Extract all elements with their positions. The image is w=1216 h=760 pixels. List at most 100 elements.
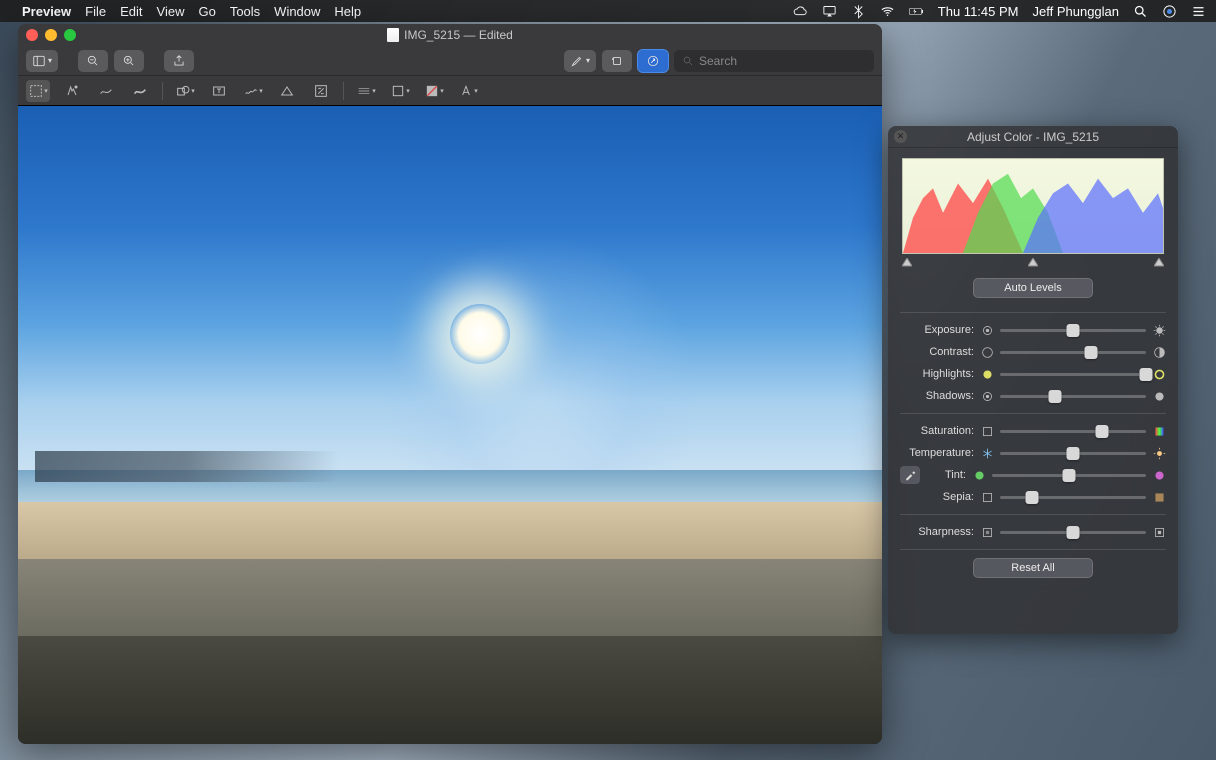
preview-window: IMG_5215 — Edited ▾ ▾ Search ▾ ▾ ▾ ▾ ▾ ▾… — [18, 24, 882, 744]
rotate-button[interactable] — [602, 50, 632, 72]
saturation-slider[interactable] — [1000, 430, 1146, 433]
document-icon — [387, 28, 399, 42]
app-name[interactable]: Preview — [22, 4, 71, 19]
macos-menubar: Preview File Edit View Go Tools Window H… — [0, 0, 1216, 22]
menu-help[interactable]: Help — [334, 4, 361, 19]
panel-title-text: Adjust Color - IMG_5215 — [967, 130, 1099, 144]
saturation-low-icon — [980, 424, 994, 438]
window-minimize-button[interactable] — [45, 29, 57, 41]
tint-magenta-icon — [1152, 468, 1166, 482]
reset-all-button[interactable]: Reset All — [973, 558, 1093, 578]
menubar-clock[interactable]: Thu 11:45 PM — [938, 4, 1019, 19]
histogram-white-point-handle[interactable] — [1154, 258, 1164, 268]
zoom-out-button[interactable] — [78, 50, 108, 72]
slider-exposure: Exposure: — [888, 319, 1178, 341]
menu-view[interactable]: View — [157, 4, 185, 19]
markup-toolbar: ▾ ▾ ▾ ▾ ▾ ▾ ▾ — [18, 76, 882, 106]
tint-green-icon — [972, 468, 986, 482]
tint-slider[interactable] — [992, 474, 1146, 477]
temperature-warm-icon — [1152, 446, 1166, 460]
contrast-slider[interactable] — [1000, 351, 1146, 354]
auto-levels-button[interactable]: Auto Levels — [973, 278, 1093, 298]
shadows-low-icon — [980, 389, 994, 403]
instant-alpha-button[interactable] — [60, 80, 84, 102]
adjust-size-button[interactable] — [309, 80, 333, 102]
menu-edit[interactable]: Edit — [120, 4, 142, 19]
sharpness-low-icon — [980, 525, 994, 539]
contrast-low-icon — [980, 345, 994, 359]
text-tool-button[interactable] — [207, 80, 231, 102]
slider-sepia: Sepia: — [888, 486, 1178, 508]
main-toolbar: ▾ ▾ Search — [18, 46, 882, 76]
search-placeholder: Search — [699, 54, 737, 68]
slider-highlights: Highlights: — [888, 363, 1178, 385]
temperature-cold-icon — [980, 446, 994, 460]
sepia-slider[interactable] — [1000, 496, 1146, 499]
shapes-button[interactable]: ▾ — [173, 80, 197, 102]
tint-eyedropper-button[interactable] — [900, 466, 920, 484]
zoom-in-button[interactable] — [114, 50, 144, 72]
slider-temperature: Temperature: — [888, 442, 1178, 464]
search-field[interactable]: Search — [674, 50, 874, 72]
selection-tool-button[interactable]: ▾ — [26, 80, 50, 102]
siri-icon[interactable] — [1162, 4, 1177, 19]
menu-window[interactable]: Window — [274, 4, 320, 19]
slider-contrast: Contrast: — [888, 341, 1178, 363]
sidebar-toggle-button[interactable]: ▾ — [26, 50, 58, 72]
shadows-high-icon — [1152, 389, 1166, 403]
notification-center-icon[interactable] — [1191, 4, 1206, 19]
sepia-low-icon — [980, 490, 994, 504]
menu-go[interactable]: Go — [198, 4, 215, 19]
photo-content — [18, 106, 882, 744]
sign-button[interactable]: ▾ — [241, 80, 265, 102]
highlights-high-icon — [1152, 367, 1166, 381]
contrast-high-icon — [1152, 345, 1166, 359]
adjust-color-button[interactable] — [275, 80, 299, 102]
sketch-tool-button[interactable] — [94, 80, 118, 102]
window-titlebar[interactable]: IMG_5215 — Edited — [18, 24, 882, 46]
font-style-button[interactable]: ▾ — [456, 80, 480, 102]
exposure-low-icon — [980, 323, 994, 337]
fill-color-button[interactable]: ▾ — [422, 80, 446, 102]
sharpness-slider[interactable] — [1000, 531, 1146, 534]
exposure-slider[interactable] — [1000, 329, 1146, 332]
line-style-button[interactable]: ▾ — [354, 80, 378, 102]
saturation-high-icon — [1152, 424, 1166, 438]
slider-sharpness: Sharpness: — [888, 521, 1178, 543]
adjust-color-panel: ✕ Adjust Color - IMG_5215 Auto Levels Ex… — [888, 126, 1178, 634]
slider-shadows: Shadows: — [888, 385, 1178, 407]
panel-titlebar[interactable]: ✕ Adjust Color - IMG_5215 — [888, 126, 1178, 148]
temperature-slider[interactable] — [1000, 452, 1146, 455]
menu-file[interactable]: File — [85, 4, 106, 19]
shadows-slider[interactable] — [1000, 395, 1146, 398]
bluetooth-icon[interactable] — [851, 4, 866, 19]
sharpness-high-icon — [1152, 525, 1166, 539]
spotlight-icon[interactable] — [1133, 4, 1148, 19]
menu-tools[interactable]: Tools — [230, 4, 260, 19]
window-close-button[interactable] — [26, 29, 38, 41]
histogram[interactable] — [902, 158, 1164, 254]
highlights-low-icon — [980, 367, 994, 381]
markup-toggle-button[interactable] — [638, 50, 668, 72]
highlights-slider[interactable] — [1000, 373, 1146, 376]
image-canvas[interactable] — [18, 106, 882, 744]
slider-tint: Tint: — [888, 464, 1178, 486]
menubar-user[interactable]: Jeff Phungglan — [1033, 4, 1120, 19]
panel-close-button[interactable]: ✕ — [894, 130, 907, 143]
histogram-black-point-handle[interactable] — [902, 258, 912, 268]
slider-saturation: Saturation: — [888, 420, 1178, 442]
share-button[interactable] — [164, 50, 194, 72]
creative-cloud-icon[interactable] — [793, 4, 808, 19]
highlight-button[interactable]: ▾ — [564, 50, 596, 72]
sepia-high-icon — [1152, 490, 1166, 504]
draw-tool-button[interactable] — [128, 80, 152, 102]
histogram-handles — [902, 258, 1164, 268]
window-zoom-button[interactable] — [64, 29, 76, 41]
battery-icon[interactable] — [909, 4, 924, 19]
border-color-button[interactable]: ▾ — [388, 80, 412, 102]
histogram-mid-point-handle[interactable] — [1028, 258, 1038, 268]
exposure-high-icon — [1152, 323, 1166, 337]
window-title: IMG_5215 — Edited — [404, 28, 513, 42]
wifi-icon[interactable] — [880, 4, 895, 19]
airplay-icon[interactable] — [822, 4, 837, 19]
